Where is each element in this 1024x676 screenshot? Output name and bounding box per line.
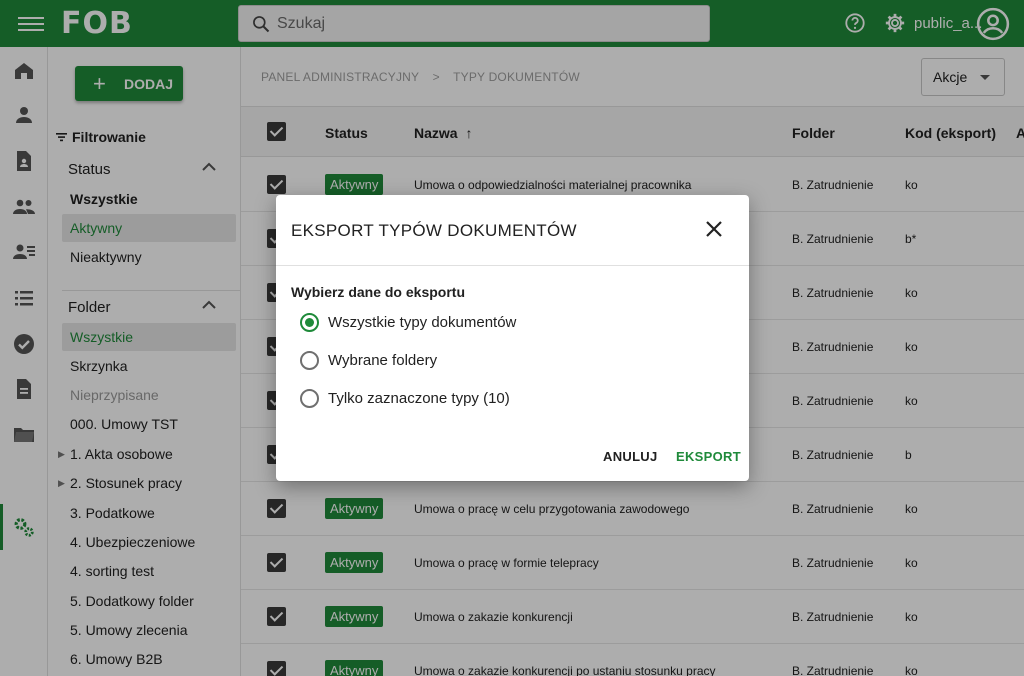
close-icon[interactable] (704, 219, 724, 239)
dialog-divider (276, 265, 749, 266)
dialog-title: EKSPORT TYPÓW DOKUMENTÓW (291, 221, 577, 240)
export-button[interactable]: EKSPORT (676, 449, 741, 464)
radio-label-all-types[interactable]: Wszystkie typy dokumentów (328, 314, 516, 331)
export-dialog: EKSPORT TYPÓW DOKUMENTÓW Wybierz dane do… (276, 195, 749, 481)
dialog-subtitle: Wybierz dane do eksportu (291, 284, 465, 300)
radio-selected-folders[interactable] (300, 351, 319, 370)
radio-all-types[interactable] (300, 313, 319, 332)
cancel-button[interactable]: ANULUJ (603, 449, 658, 464)
radio-checked-types[interactable] (300, 389, 319, 408)
radio-label-checked-types[interactable]: Tylko zaznaczone typy (10) (328, 390, 510, 407)
radio-label-selected-folders[interactable]: Wybrane foldery (328, 352, 437, 369)
